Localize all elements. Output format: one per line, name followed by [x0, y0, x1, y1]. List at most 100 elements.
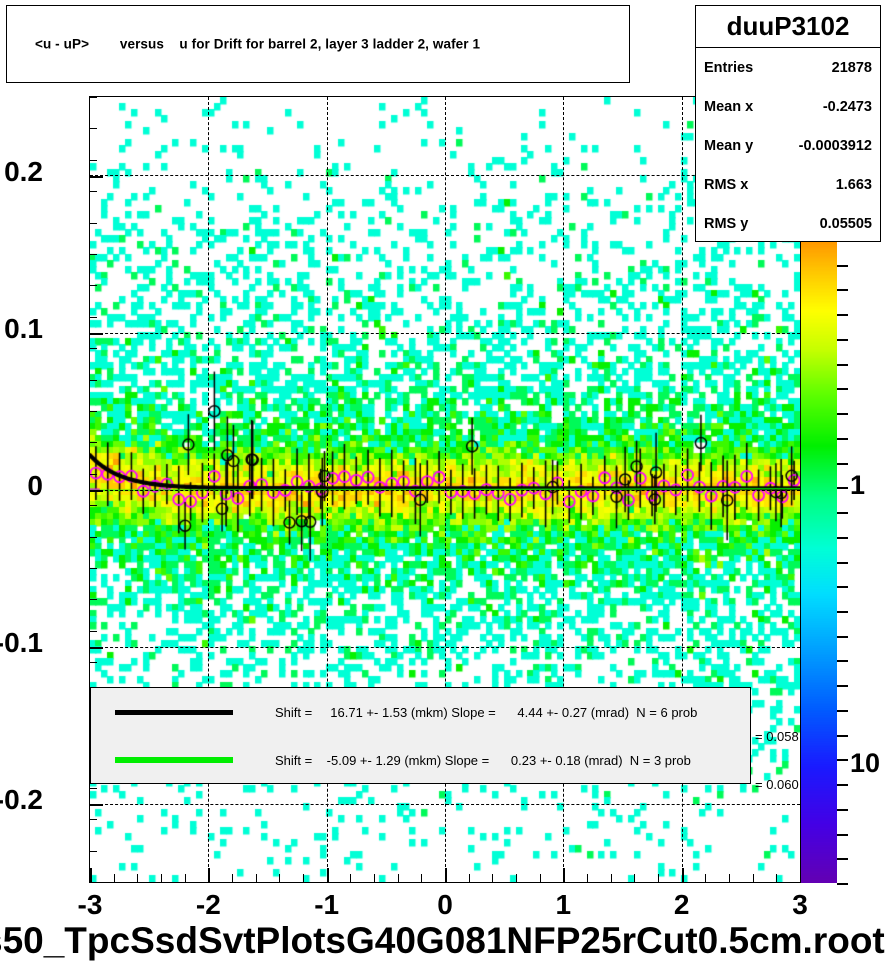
x-axis-minor-tick	[374, 874, 375, 883]
palette-tick	[837, 364, 848, 366]
palette-label: 10	[850, 748, 881, 778]
stat-key: RMS y	[704, 215, 749, 232]
palette-tick	[837, 586, 848, 588]
x-axis-minor-tick	[682, 874, 683, 883]
palette-tick	[837, 660, 848, 662]
y-axis-minor-tick	[89, 97, 97, 98]
x-axis-minor-tick	[208, 874, 209, 883]
palette-tick	[837, 314, 848, 316]
y-axis-tick	[89, 490, 103, 492]
x-axis-minor-tick	[303, 874, 304, 883]
palette-tick	[837, 735, 848, 737]
x-axis-minor-tick	[611, 874, 612, 883]
footer-filename-bar: s50_TpcSsdSvtPlotsG40G081NFP25rCut0.5cm.…	[0, 916, 887, 976]
palette-tick	[837, 759, 848, 761]
palette-tick	[837, 512, 848, 514]
y-axis-minor-tick	[89, 160, 97, 161]
y-axis-minor-tick	[89, 788, 97, 789]
y-axis-minor-tick	[89, 128, 97, 129]
x-axis-minor-tick	[161, 874, 162, 883]
legend-row-black: Shift = 16.71 +- 1.53 (mkm) Slope = 4.44…	[91, 688, 750, 736]
x-axis-minor-tick	[753, 874, 754, 883]
histogram-name: duuP3102	[696, 6, 880, 48]
x-axis-minor-tick	[540, 874, 541, 883]
palette-tick	[837, 463, 848, 465]
footer-filename: s50_TpcSsdSvtPlotsG40G081NFP25rCut0.5cm.…	[0, 920, 885, 961]
palette-tick	[837, 858, 848, 860]
palette-tick	[837, 883, 848, 885]
page-title: <u - uP> versus u for Drift for barrel 2…	[35, 36, 481, 52]
x-axis-minor-tick	[634, 874, 635, 883]
stat-row-rms-x: RMS x 1.663	[696, 165, 880, 204]
legend-label-green: Shift = -5.09 +- 1.29 (mkm) Slope = 0.23…	[275, 752, 691, 768]
x-axis-minor-tick	[327, 874, 328, 883]
x-axis-minor-tick	[185, 874, 186, 883]
y-axis-minor-tick	[89, 348, 97, 349]
y-axis-minor-tick	[89, 191, 97, 192]
y-axis-minor-tick	[89, 442, 97, 443]
y-axis-minor-tick	[89, 254, 97, 255]
palette-tick	[837, 265, 848, 267]
y-axis-minor-tick	[89, 285, 97, 286]
x-axis-minor-tick	[398, 874, 399, 883]
legend-prob-black: = 0.058	[755, 729, 799, 744]
color-palette	[801, 240, 837, 883]
statistics-box: duuP3102 Entries 21878 Mean x -0.2473 Me…	[695, 5, 881, 242]
x-axis-minor-tick	[776, 874, 777, 883]
y-axis-minor-tick	[89, 662, 97, 663]
x-axis-minor-tick	[729, 874, 730, 883]
x-axis-minor-tick	[256, 874, 257, 883]
stat-key: Mean y	[704, 137, 754, 154]
palette-tick	[837, 562, 848, 564]
x-axis-minor-tick	[279, 874, 280, 883]
stat-row-mean-y: Mean y -0.0003912	[696, 126, 880, 165]
legend-row-green: Shift = -5.09 +- 1.29 (mkm) Slope = 0.23…	[91, 736, 750, 784]
x-axis-minor-tick	[563, 874, 564, 883]
x-axis-minor-tick	[350, 874, 351, 883]
x-axis-minor-tick	[492, 874, 493, 883]
palette-tick	[837, 636, 848, 638]
y-axis-minor-tick	[89, 537, 97, 538]
stat-row-mean-x: Mean x -0.2473	[696, 87, 880, 126]
y-axis-minor-tick	[89, 568, 97, 569]
palette-tick	[837, 611, 848, 613]
y-axis-minor-tick	[89, 599, 97, 600]
palette-tick	[837, 685, 848, 687]
stat-value: 1.663	[835, 176, 872, 193]
palette-tick	[837, 784, 848, 786]
x-axis-minor-tick	[137, 874, 138, 883]
stat-value: -0.2473	[822, 98, 872, 115]
x-axis-minor-tick	[90, 874, 91, 883]
stat-value: -0.0003912	[798, 137, 872, 154]
y-axis-minor-tick	[89, 851, 97, 852]
y-axis-tick-label: 0	[27, 469, 43, 501]
stat-key: Entries	[704, 59, 754, 76]
palette-tick	[837, 834, 848, 836]
palette-tick	[837, 413, 848, 415]
stat-key: Mean x	[704, 98, 754, 115]
x-axis-minor-tick	[587, 874, 588, 883]
palette-tick	[837, 289, 848, 291]
x-axis-minor-tick	[232, 874, 233, 883]
stat-value: 21878	[831, 59, 872, 76]
title-box: <u - uP> versus u for Drift for barrel 2…	[6, 5, 630, 83]
palette-tick	[837, 710, 848, 712]
y-axis-minor-tick	[89, 631, 97, 632]
palette-label: 1	[850, 470, 866, 500]
palette-tick	[837, 339, 848, 341]
stat-row-entries: Entries 21878	[696, 48, 880, 87]
y-axis-tick-label: -0.1	[0, 626, 43, 658]
color-palette-axis	[801, 240, 837, 883]
x-axis-minor-tick	[114, 874, 115, 883]
y-axis-minor-tick	[89, 819, 97, 820]
palette-tick	[837, 388, 848, 390]
y-axis-minor-tick	[89, 411, 97, 412]
x-axis-minor-tick	[516, 874, 517, 883]
fit-legend: Shift = 16.71 +- 1.53 (mkm) Slope = 4.44…	[90, 687, 751, 784]
y-axis-minor-tick	[89, 317, 97, 318]
stat-row-rms-y: RMS y 0.05505	[696, 204, 880, 243]
y-axis-tick-label: 0.2	[4, 155, 43, 187]
palette-tick	[837, 809, 848, 811]
y-axis-tick	[89, 647, 103, 649]
legend-prob-green: = 0.060	[755, 777, 799, 792]
